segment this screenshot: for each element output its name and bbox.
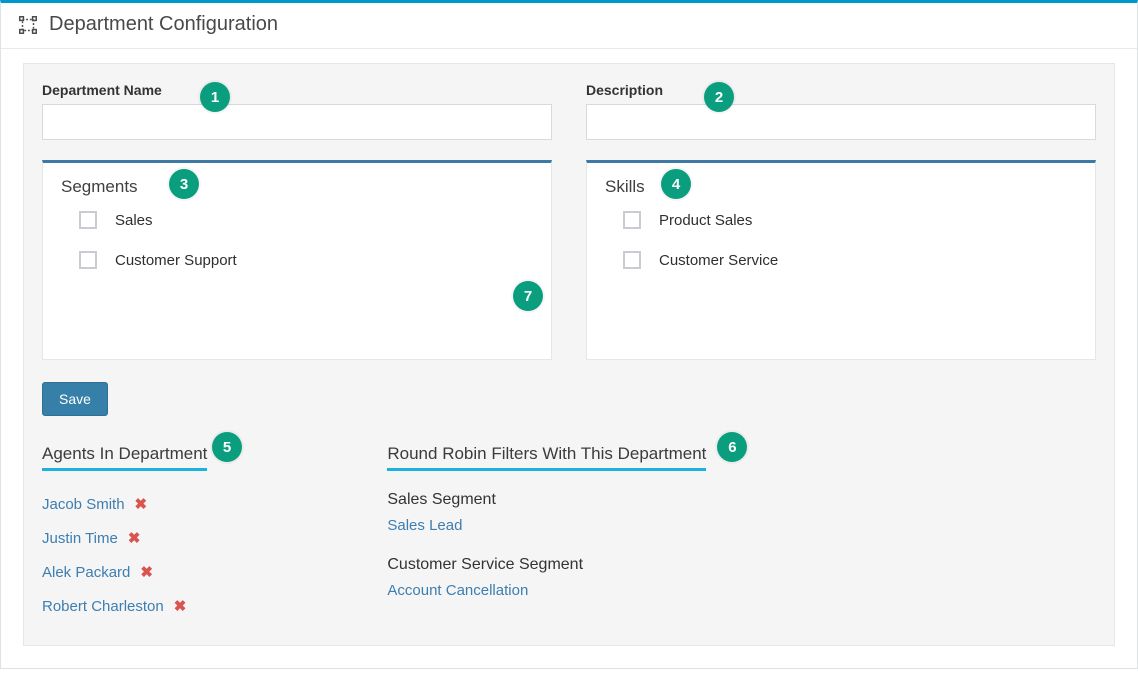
annotation-badge-2: 2 [704,82,734,112]
segments-panel-title: Segments [61,177,533,197]
skills-panel: 4 Skills Product Sales Customer Service [586,160,1096,360]
annotation-badge-6: 6 [717,432,747,462]
page-header: Department Configuration [1,3,1137,49]
remove-agent-icon[interactable]: ✖ [135,495,148,513]
segment-checkbox-sales[interactable] [79,211,97,229]
annotation-badge-4: 4 [661,169,691,199]
form-card: 1 Department Name 2 Description 3 7 [23,63,1115,646]
dept-name-input[interactable] [42,104,552,140]
configuration-icon [17,14,39,36]
round-robin-section-title: Round Robin Filters With This Department [387,444,706,471]
segments-panel: 3 7 Segments Sales Customer Support [42,160,552,360]
agent-link[interactable]: Alek Packard [42,564,130,581]
rr-group-title: Customer Service Segment [387,556,706,574]
agent-link[interactable]: Robert Charleston [42,598,164,615]
skill-label: Customer Service [659,252,778,269]
segment-item: Sales [79,211,533,229]
agent-row: Alek Packard ✖ [42,563,207,581]
segment-label: Customer Support [115,252,237,269]
description-field-group: 2 Description [586,82,1096,140]
annotation-badge-7: 7 [513,281,543,311]
skill-item: Customer Service [623,251,1077,269]
dept-name-label: Department Name [42,82,162,98]
remove-agent-icon[interactable]: ✖ [140,563,153,581]
annotation-badge-1: 1 [200,82,230,112]
skill-checkbox-customer-service[interactable] [623,251,641,269]
rr-filter-link[interactable]: Account Cancellation [387,582,528,599]
agent-link[interactable]: Justin Time [42,530,118,547]
content-area: 1 Department Name 2 Description 3 7 [1,49,1137,668]
dept-name-field-group: 1 Department Name [42,82,552,140]
save-button[interactable]: Save [42,382,108,416]
remove-agent-icon[interactable]: ✖ [128,529,141,547]
skill-checkbox-product-sales[interactable] [623,211,641,229]
agent-row: Jacob Smith ✖ [42,495,207,513]
skill-label: Product Sales [659,212,752,229]
description-input[interactable] [586,104,1096,140]
description-label: Description [586,82,663,98]
round-robin-section: 6 Round Robin Filters With This Departme… [387,444,706,631]
page-title: Department Configuration [49,13,278,36]
segment-item: Customer Support [79,251,533,269]
agent-row: Justin Time ✖ [42,529,207,547]
agents-section-title: Agents In Department [42,444,207,471]
annotation-badge-5: 5 [212,432,242,462]
page-container: Department Configuration 1 Department Na… [0,0,1138,669]
rr-filter-link[interactable]: Sales Lead [387,517,462,534]
remove-agent-icon[interactable]: ✖ [174,597,187,615]
segment-checkbox-customer-support[interactable] [79,251,97,269]
rr-group-title: Sales Segment [387,491,706,509]
agents-section: 5 Agents In Department Jacob Smith ✖ Jus… [42,444,207,631]
annotation-badge-3: 3 [169,169,199,199]
segment-label: Sales [115,212,153,229]
agent-row: Robert Charleston ✖ [42,597,207,615]
agent-link[interactable]: Jacob Smith [42,496,125,513]
skill-item: Product Sales [623,211,1077,229]
